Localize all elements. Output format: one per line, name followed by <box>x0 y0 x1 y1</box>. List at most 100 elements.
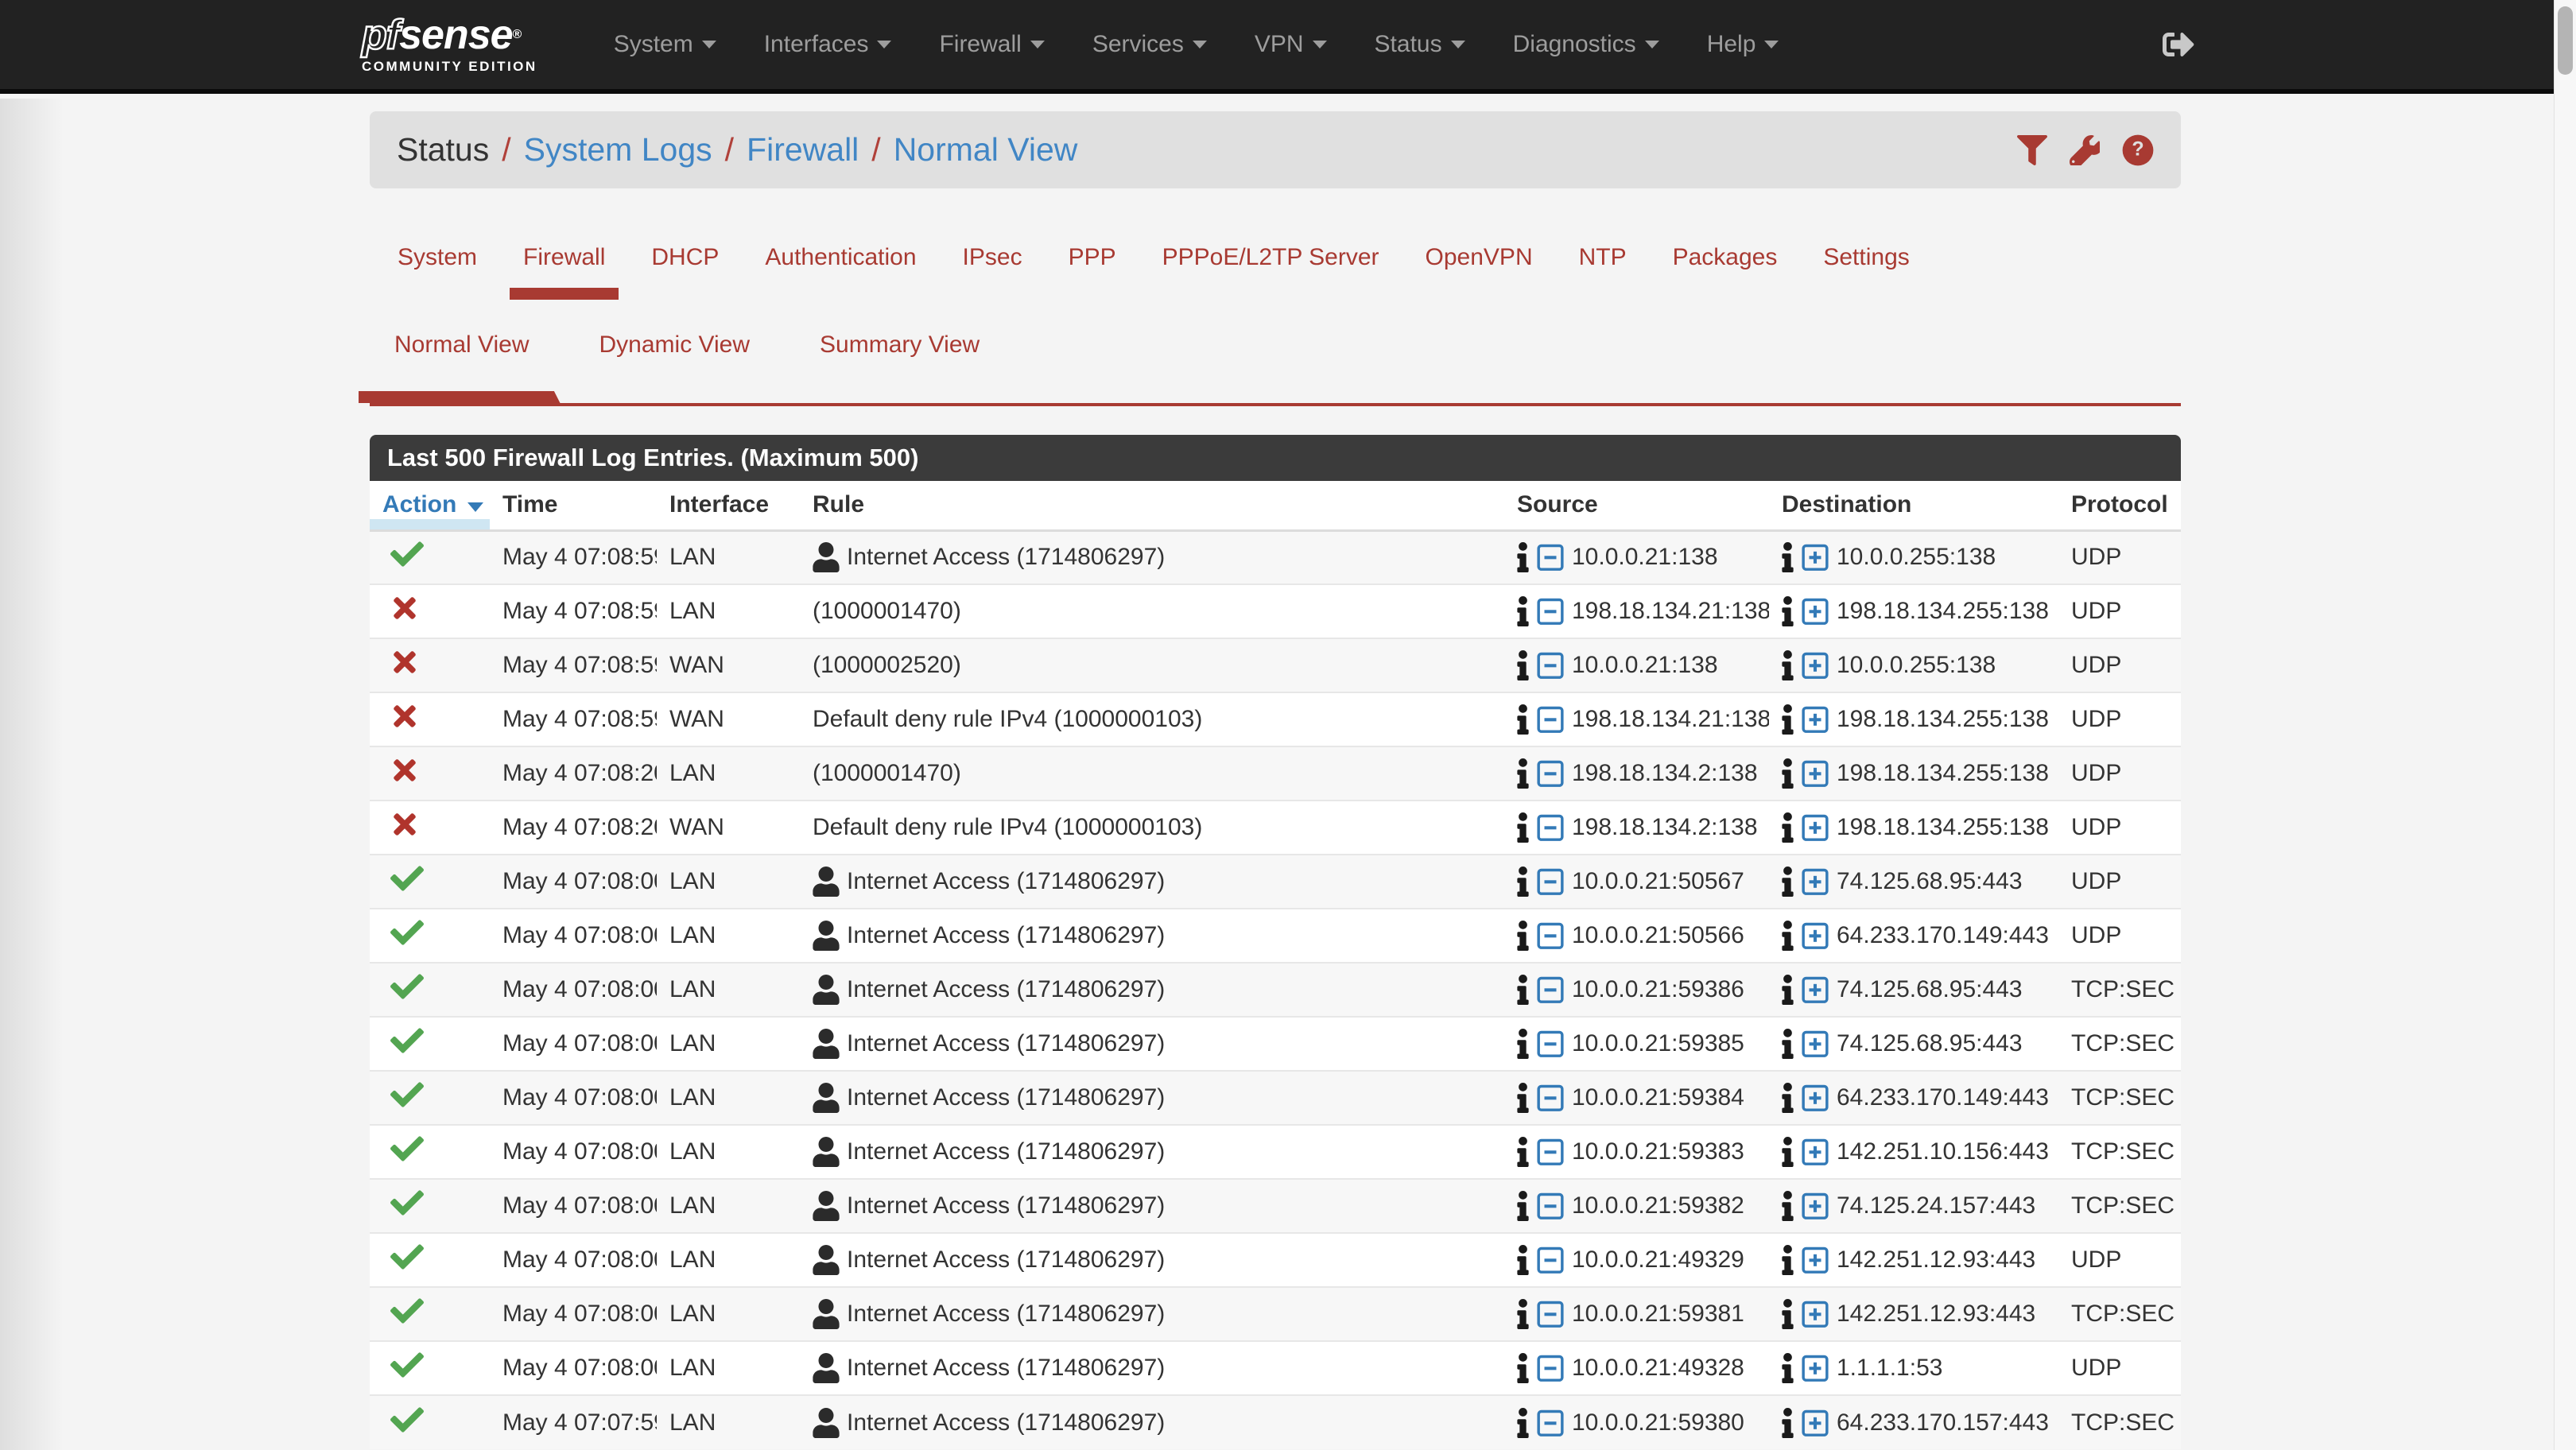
menu-interfaces[interactable]: Interfaces <box>740 0 916 89</box>
minus-square-icon[interactable] <box>1536 1136 1565 1168</box>
info-icon[interactable] <box>1517 596 1529 626</box>
tab-ipsec[interactable]: IPsec <box>940 239 1046 276</box>
info-icon[interactable] <box>1517 1353 1529 1383</box>
plus-square-icon[interactable] <box>1801 1190 1829 1222</box>
info-icon[interactable] <box>1782 1191 1794 1221</box>
pass-check-icon[interactable] <box>390 1024 424 1057</box>
plus-square-icon[interactable] <box>1801 1082 1829 1114</box>
minus-square-icon[interactable] <box>1536 758 1565 789</box>
plus-square-icon[interactable] <box>1801 812 1829 843</box>
info-icon[interactable] <box>1517 650 1529 680</box>
info-icon[interactable] <box>1782 1245 1794 1275</box>
info-icon[interactable] <box>1782 650 1794 680</box>
plus-square-icon[interactable] <box>1801 1352 1829 1384</box>
minus-square-icon[interactable] <box>1536 812 1565 843</box>
wrench-icon[interactable] <box>2070 135 2100 165</box>
subtab-normal-view[interactable]: Normal View <box>370 331 554 359</box>
tab-pppoe-l2tp[interactable]: PPPoE/L2TP Server <box>1139 239 1402 276</box>
block-x-icon[interactable] <box>390 808 419 840</box>
pass-check-icon[interactable] <box>390 862 424 895</box>
block-x-icon[interactable] <box>390 700 419 732</box>
minus-square-icon[interactable] <box>1536 1244 1565 1276</box>
plus-square-icon[interactable] <box>1801 1028 1829 1060</box>
info-icon[interactable] <box>1782 1353 1794 1383</box>
pass-check-icon[interactable] <box>390 1186 424 1219</box>
minus-square-icon[interactable] <box>1536 1352 1565 1384</box>
info-icon[interactable] <box>1782 812 1794 843</box>
info-icon[interactable] <box>1782 1137 1794 1167</box>
tab-openvpn[interactable]: OpenVPN <box>1402 239 1556 276</box>
filter-icon[interactable] <box>2017 135 2047 165</box>
tab-packages[interactable]: Packages <box>1650 239 1801 276</box>
info-icon[interactable] <box>1517 758 1529 789</box>
info-icon[interactable] <box>1517 975 1529 1005</box>
browser-scrollbar[interactable] <box>2554 0 2576 1450</box>
pass-check-icon[interactable] <box>390 1078 424 1111</box>
info-icon[interactable] <box>1782 1029 1794 1059</box>
minus-square-icon[interactable] <box>1536 1407 1565 1439</box>
tab-system[interactable]: System <box>374 239 500 276</box>
block-x-icon[interactable] <box>390 754 419 786</box>
plus-square-icon[interactable] <box>1801 1244 1829 1276</box>
info-icon[interactable] <box>1517 921 1529 951</box>
plus-square-icon[interactable] <box>1801 1298 1829 1330</box>
info-icon[interactable] <box>1782 921 1794 951</box>
pass-check-icon[interactable] <box>390 1348 424 1382</box>
subtab-summary-view[interactable]: Summary View <box>795 331 1004 359</box>
minus-square-icon[interactable] <box>1536 1298 1565 1330</box>
minus-square-icon[interactable] <box>1536 866 1565 898</box>
plus-square-icon[interactable] <box>1801 1136 1829 1168</box>
minus-square-icon[interactable] <box>1536 920 1565 952</box>
pass-check-icon[interactable] <box>390 537 424 571</box>
info-icon[interactable] <box>1782 867 1794 897</box>
menu-firewall[interactable]: Firewall <box>915 0 1068 89</box>
subtab-dynamic-view[interactable]: Dynamic View <box>575 331 775 359</box>
minus-square-icon[interactable] <box>1536 1082 1565 1114</box>
menu-diagnostics[interactable]: Diagnostics <box>1489 0 1683 89</box>
plus-square-icon[interactable] <box>1801 866 1829 898</box>
tab-firewall[interactable]: Firewall <box>500 239 628 276</box>
tab-settings[interactable]: Settings <box>1800 239 1932 276</box>
breadcrumb-system-logs-link[interactable]: System Logs <box>524 131 712 169</box>
info-icon[interactable] <box>1782 1408 1794 1438</box>
minus-square-icon[interactable] <box>1536 1028 1565 1060</box>
plus-square-icon[interactable] <box>1801 595 1829 627</box>
info-icon[interactable] <box>1517 1408 1529 1438</box>
info-icon[interactable] <box>1782 704 1794 735</box>
pass-check-icon[interactable] <box>390 1403 424 1436</box>
breadcrumb-normal-view-link[interactable]: Normal View <box>894 131 1078 169</box>
info-icon[interactable] <box>1517 1029 1529 1059</box>
tab-ppp[interactable]: PPP <box>1046 239 1139 276</box>
breadcrumb-firewall-link[interactable]: Firewall <box>747 131 859 169</box>
menu-system[interactable]: System <box>590 0 740 89</box>
menu-services[interactable]: Services <box>1069 0 1231 89</box>
info-icon[interactable] <box>1517 867 1529 897</box>
pass-check-icon[interactable] <box>390 916 424 949</box>
minus-square-icon[interactable] <box>1536 704 1565 735</box>
plus-square-icon[interactable] <box>1801 649 1829 681</box>
info-icon[interactable] <box>1517 812 1529 843</box>
pass-check-icon[interactable] <box>390 1132 424 1165</box>
plus-square-icon[interactable] <box>1801 758 1829 789</box>
info-icon[interactable] <box>1782 1299 1794 1329</box>
pass-check-icon[interactable] <box>390 1294 424 1328</box>
help-icon[interactable]: ? <box>2122 134 2154 166</box>
info-icon[interactable] <box>1517 1299 1529 1329</box>
pass-check-icon[interactable] <box>390 970 424 1003</box>
info-icon[interactable] <box>1517 1137 1529 1167</box>
plus-square-icon[interactable] <box>1801 704 1829 735</box>
minus-square-icon[interactable] <box>1536 595 1565 627</box>
sign-out-icon[interactable] <box>2163 29 2194 60</box>
tab-authentication[interactable]: Authentication <box>742 239 939 276</box>
block-x-icon[interactable] <box>390 646 419 678</box>
plus-square-icon[interactable] <box>1801 920 1829 952</box>
minus-square-icon[interactable] <box>1536 1190 1565 1222</box>
menu-status[interactable]: Status <box>1351 0 1489 89</box>
info-icon[interactable] <box>1782 758 1794 789</box>
minus-square-icon[interactable] <box>1536 541 1565 573</box>
info-icon[interactable] <box>1517 542 1529 572</box>
info-icon[interactable] <box>1517 1191 1529 1221</box>
tab-ntp[interactable]: NTP <box>1556 239 1650 276</box>
info-icon[interactable] <box>1517 1083 1529 1113</box>
info-icon[interactable] <box>1782 596 1794 626</box>
